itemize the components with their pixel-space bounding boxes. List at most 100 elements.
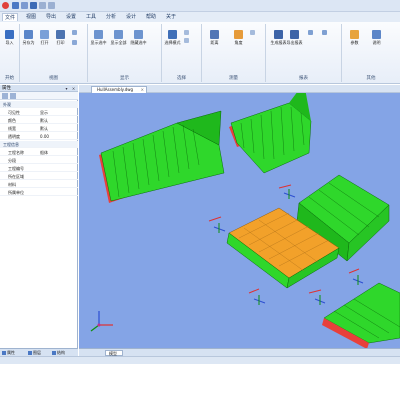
angle-icon <box>234 30 243 39</box>
ruler-icon <box>210 30 219 39</box>
pan-icon <box>72 30 77 35</box>
ribbon-group-select: 选择模式 选择 <box>162 24 202 82</box>
pin-icon[interactable]: ▾ <box>64 86 69 91</box>
folder-icon <box>40 30 49 39</box>
save-as-icon <box>24 30 33 39</box>
property-row[interactable]: 分段 <box>0 157 78 164</box>
property-value[interactable]: 默认 <box>40 125 48 132</box>
property-value[interactable]: 显示 <box>40 109 48 116</box>
status-strip <box>0 356 400 364</box>
hull-block-1[interactable] <box>99 110 225 203</box>
menu-item-view[interactable]: 视图 <box>24 13 38 21</box>
new-icon[interactable] <box>12 2 19 9</box>
property-row[interactable]: 所在区域 <box>0 173 78 180</box>
properties-panel-header: 属性 ▾ × <box>0 85 78 92</box>
property-key: 所属单位 <box>8 190 24 195</box>
ribbon-group-view: 另存为 打开 打印 视图 <box>20 24 88 82</box>
property-key: 所在区域 <box>8 174 24 179</box>
property-row[interactable]: 颜色 默认 <box>0 117 78 124</box>
option-icon <box>184 38 189 43</box>
property-key: 颜色 <box>8 118 16 123</box>
property-row[interactable]: 工程编号 <box>0 165 78 172</box>
menu-item-settings[interactable]: 设置 <box>64 13 78 21</box>
close-icon[interactable]: × <box>71 86 76 91</box>
zoom-icon <box>72 40 77 45</box>
property-value[interactable]: 0.00 <box>40 133 49 140</box>
menu-item-file[interactable]: 文件 <box>2 13 19 21</box>
3d-viewport[interactable] <box>79 93 400 348</box>
properties-toolbar <box>0 92 78 100</box>
properties-icon <box>2 351 6 355</box>
property-row[interactable]: 材料 <box>0 181 78 188</box>
hull-block-2[interactable] <box>229 93 312 174</box>
property-key: 外观 <box>3 102 11 107</box>
property-key: 工程编号 <box>8 166 24 171</box>
report-icon <box>274 30 283 39</box>
axis-triad <box>90 311 113 332</box>
ribbon-group-start: 导入 开始 <box>0 24 20 82</box>
save-icon[interactable] <box>30 2 37 9</box>
option-icon <box>308 30 313 35</box>
property-value[interactable]: 默认 <box>40 117 48 124</box>
property-key: 线宽 <box>8 126 16 131</box>
show-selected-icon <box>94 30 103 39</box>
print-icon <box>56 30 65 39</box>
open-icon[interactable] <box>21 2 28 9</box>
property-value[interactable]: 船体 <box>40 149 48 156</box>
hull-blocks-scene <box>90 93 400 348</box>
cursor-icon <box>168 30 177 39</box>
property-category[interactable]: 工程信息 <box>0 141 78 148</box>
property-key: 材料 <box>8 182 16 187</box>
menu-item-about[interactable]: 关于 <box>164 13 178 21</box>
undo-icon[interactable] <box>39 2 46 9</box>
ribbon-group-measure: 距离 角度 测量 <box>202 24 266 82</box>
menu-bar: 文件 视图 导出 设置 工具 分析 设计 帮助 关于 <box>0 12 400 22</box>
sort-category-icon[interactable] <box>2 93 8 99</box>
status-bar-area <box>0 356 400 400</box>
properties-panel-title: 属性 <box>2 86 11 91</box>
property-row[interactable]: 透明度 0.00 <box>0 133 78 140</box>
menu-item-design[interactable]: 设计 <box>124 13 138 21</box>
property-row[interactable]: 工程名称 船体 <box>0 149 78 156</box>
property-key: 分段 <box>8 158 16 163</box>
ribbon-group-other: 参数 说明 其他 <box>342 24 400 82</box>
option-icon <box>184 30 189 35</box>
structure-icon <box>52 351 56 355</box>
property-key: 透明度 <box>8 134 20 139</box>
property-row[interactable]: 可见性 显示 <box>0 109 78 116</box>
panel-tabs: 属性 图层 结构 <box>0 348 78 356</box>
property-key: 工程信息 <box>3 142 19 147</box>
menu-item-tools[interactable]: 工具 <box>84 13 98 21</box>
ribbon: 导入 开始 另存为 打开 打印 视图 显示选中 显示全部 隐藏选中 显示 选择模… <box>0 22 400 84</box>
params-icon <box>350 30 359 39</box>
option-icon <box>250 30 255 35</box>
document-tab-title: HullAssembly.dwg <box>97 87 134 92</box>
property-key: 可见性 <box>8 110 20 115</box>
option-icon <box>322 30 327 35</box>
properties-panel: 属性 ▾ × 外观 可见性 显示 颜色 默认 线宽 默认 透明度 0.00 工程信息 工程名称 船体分… <box>0 85 78 348</box>
show-all-icon <box>114 30 123 39</box>
import-icon <box>5 30 14 39</box>
title-bar <box>0 0 400 12</box>
app-logo-icon[interactable] <box>2 2 9 9</box>
redo-icon[interactable] <box>48 2 55 9</box>
notes-icon <box>372 30 381 39</box>
menu-item-help[interactable]: 帮助 <box>144 13 158 21</box>
property-category[interactable]: 外观 <box>0 101 78 108</box>
hull-block-5[interactable] <box>322 282 400 348</box>
property-row[interactable]: 线宽 默认 <box>0 125 78 132</box>
ribbon-group-display: 显示选中 显示全部 隐藏选中 显示 <box>88 24 162 82</box>
menu-item-export[interactable]: 导出 <box>44 13 58 21</box>
sort-alpha-icon[interactable] <box>10 93 16 99</box>
property-row[interactable]: 所属单位 <box>0 189 78 196</box>
ribbon-group-report: 生成报表 导出报表 报表 <box>266 24 342 82</box>
layers-icon <box>28 351 32 355</box>
document-tabs: HullAssembly.dwg × <box>79 85 400 93</box>
hide-selected-icon <box>134 30 143 39</box>
view-tabs: 模型 <box>79 348 400 356</box>
menu-item-analysis[interactable]: 分析 <box>104 13 118 21</box>
document-tab[interactable]: HullAssembly.dwg × <box>91 86 147 93</box>
app-window: 文件 视图 导出 设置 工具 分析 设计 帮助 关于 导入 开始 另存为 打开 <box>0 0 400 400</box>
export-icon <box>290 30 299 39</box>
property-key: 工程名称 <box>8 150 24 155</box>
